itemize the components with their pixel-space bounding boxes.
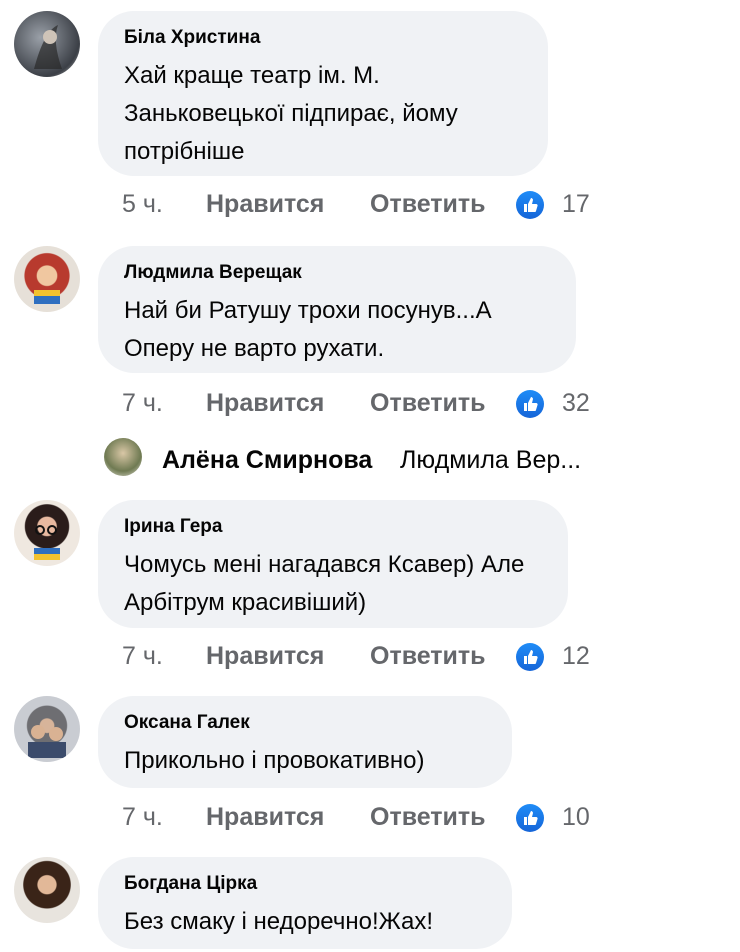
thumbs-up-icon[interactable] [516,643,544,671]
comment-bubble: Богдана Цірка Без смаку і недоречно!Жах! [98,857,512,949]
like-button[interactable]: Нравится [206,642,324,671]
thumbs-up-icon[interactable] [516,804,544,832]
avatar[interactable] [14,696,80,762]
comment-bubble: Ірина Гера Чомусь мені нагадався Ксавер)… [98,500,568,628]
comment-text: Чомусь мені нагадався Ксавер) Але Арбітр… [124,551,525,616]
like-count: 12 [562,642,590,670]
comment-text: Хай краще театр ім. М. Заньковецької під… [124,62,458,165]
reply-button[interactable]: Ответить [370,803,486,832]
like-button[interactable]: Нравится [206,803,324,832]
comment-author[interactable]: Біла Христина [124,27,522,49]
comment-text: Прикольно і провокативно) [124,747,425,774]
comment-time[interactable]: 5 ч. [122,190,163,219]
like-count: 32 [562,389,590,417]
avatar[interactable] [14,857,80,923]
comment-bubble: Біла Христина Хай краще театр ім. М. Зан… [98,11,548,176]
comment-author[interactable]: Оксана Галек [124,712,486,734]
comment-time[interactable]: 7 ч. [122,803,163,832]
reply-button[interactable]: Ответить [370,190,486,219]
comment-time[interactable]: 7 ч. [122,642,163,671]
comment-text: Най би Ратушу трохи посунув...А Оперу не… [124,297,492,362]
avatar[interactable] [104,438,142,476]
avatar[interactable] [14,500,80,566]
reply-button[interactable]: Ответить [370,642,486,671]
comment-bubble: Людмила Верещак Най би Ратушу трохи посу… [98,246,576,373]
reply-author[interactable]: Алёна Смирнова [162,446,372,475]
reply-button[interactable]: Ответить [370,389,486,418]
comment-author[interactable]: Богдана Цірка [124,873,486,895]
reply-text: Людмила Вер... [400,446,582,474]
comment-author[interactable]: Ірина Гера [124,516,542,538]
comment-bubble: Оксана Галек Прикольно і провокативно) [98,696,512,788]
avatar[interactable] [14,246,80,312]
like-button[interactable]: Нравится [206,389,324,418]
avatar[interactable] [14,11,80,77]
comment-time[interactable]: 7 ч. [122,389,163,418]
thumbs-up-icon[interactable] [516,191,544,219]
like-count: 17 [562,190,590,218]
like-button[interactable]: Нравится [206,190,324,219]
comment-text: Без смаку і недоречно!Жах! [124,908,434,935]
thumbs-up-icon[interactable] [516,390,544,418]
comment-author[interactable]: Людмила Верещак [124,262,550,284]
like-count: 10 [562,803,590,831]
